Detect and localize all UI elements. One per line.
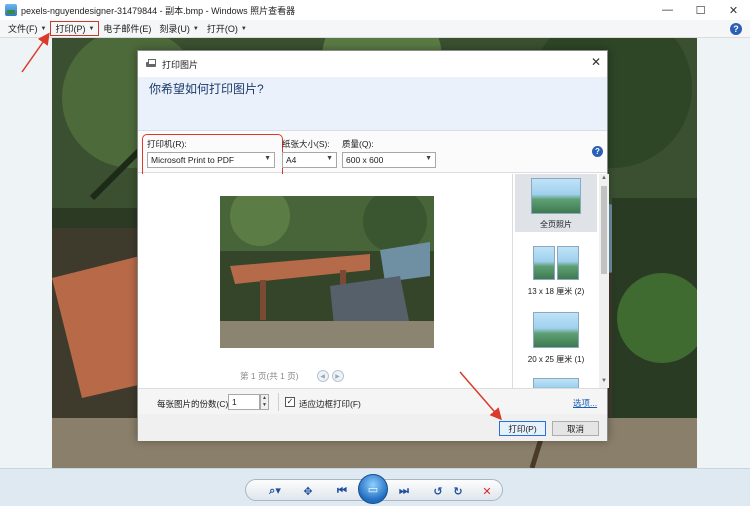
chevron-down-icon: ▼ [192, 25, 199, 32]
maximize-button[interactable]: ☐ [684, 0, 717, 20]
scroll-up-icon[interactable]: ▲ [601, 175, 607, 181]
print-button[interactable]: 打印(P) [499, 421, 546, 436]
slideshow-icon[interactable]: ▭ [358, 474, 388, 504]
preview-photo-image [220, 196, 434, 348]
scrollbar-thumb[interactable] [601, 186, 607, 274]
layout-20x25[interactable]: 20 x 25 厘米 (1) [515, 308, 597, 366]
close-button[interactable]: ✕ [717, 0, 750, 20]
layout-label: 20 x 25 厘米 (1) [527, 355, 585, 364]
stepper-up-icon[interactable]: ▲ [261, 395, 268, 402]
copies-input[interactable]: 1 [228, 394, 260, 410]
options-link[interactable]: 选项... [573, 397, 597, 409]
divider [278, 393, 279, 411]
menu-email-label: 电子邮件(E) [103, 24, 152, 34]
next-page-button[interactable]: ▶ [331, 370, 344, 382]
rotate-right-icon[interactable]: ↻ [450, 483, 466, 499]
layout-scrollbar[interactable]: ▲ ▼ [599, 174, 609, 388]
menu-open-label: 打开(O) [206, 24, 238, 34]
rotate-left-icon[interactable]: ↺ [430, 483, 446, 499]
paper-size-value: A4 [286, 155, 297, 165]
page-indicator: 第 1 页(共 1 页) [240, 371, 299, 381]
chevron-down-icon: ▼ [425, 155, 432, 162]
dialog-help-icon[interactable]: ? [592, 146, 603, 157]
dialog-close-button[interactable]: ✕ [591, 55, 601, 69]
chevron-down-icon: ▼ [326, 155, 333, 162]
menu-print[interactable]: 打印(P) ▼ [50, 21, 100, 36]
fit-to-frame-label: 适应边框打印(F) [299, 399, 361, 409]
previous-icon[interactable]: ⏮ [334, 483, 350, 499]
menu-file-label: 文件(F) [8, 24, 38, 34]
dialog-title: 打印图片 [162, 59, 199, 70]
copies-label: 每张图片的份数(C): [157, 399, 231, 409]
layout-thumbnail [557, 246, 579, 280]
preview-thumbnail [220, 196, 434, 348]
chevron-down-icon: ▼ [40, 25, 47, 32]
scroll-down-icon[interactable]: ▼ [601, 378, 607, 384]
quality-select[interactable]: 600 x 600 ▼ [342, 152, 436, 168]
paper-size-label: 纸张大小(S): [282, 139, 330, 149]
menu-burn-label: 刻录(U) [159, 24, 190, 34]
print-options-bar: 打印机(R): Microsoft Print to PDF ▼ 纸张大小(S)… [138, 131, 607, 181]
paper-size-select[interactable]: A4 ▼ [282, 152, 337, 168]
layout-thumbnail [533, 246, 555, 280]
layout-full-page[interactable]: 全页照片 [515, 174, 597, 232]
delete-icon[interactable]: ✕ [479, 483, 495, 499]
photo-viewer-app-icon [5, 4, 17, 16]
window-title: pexels-nguyendesigner-31479844 - 副本.bmp … [21, 5, 296, 16]
fit-icon[interactable]: ✥ [300, 483, 316, 499]
stepper-down-icon[interactable]: ▼ [261, 402, 268, 409]
menu-burn[interactable]: 刻录(U) ▼ [155, 21, 202, 37]
menu-email[interactable]: 电子邮件(E) [99, 21, 155, 37]
dialog-question: 你希望如何打印图片? [149, 82, 264, 96]
chevron-down-icon: ▼ [240, 25, 247, 32]
chevron-down-icon: ▼ [88, 25, 95, 32]
layout-label: 13 x 18 厘米 (2) [527, 287, 585, 296]
search-icon[interactable]: ⌕▾ [264, 483, 286, 499]
title-bar: pexels-nguyendesigner-31479844 - 副本.bmp … [0, 0, 750, 20]
printer-value: Microsoft Print to PDF [151, 155, 235, 165]
previous-page-button[interactable]: ◀ [316, 370, 329, 382]
dialog-title-bar: 打印图片 ✕ [138, 51, 607, 77]
next-icon[interactable]: ⏭ [396, 483, 412, 499]
layout-13x18[interactable]: 13 x 18 厘米 (2) [515, 242, 597, 300]
menu-open[interactable]: 打开(O) ▼ [203, 21, 251, 37]
layout-list: 全页照片 13 x 18 厘米 (2) 20 x 25 厘米 (1) ▲ ▼ [512, 174, 609, 388]
layout-next-partial[interactable] [515, 374, 597, 388]
menu-print-label: 打印(P) [55, 24, 86, 34]
menu-bar: 文件(F) ▼ 打印(P) ▼ 电子邮件(E) 刻录(U) ▼ 打开(O) ▼ … [0, 20, 750, 38]
fit-to-frame-checkbox[interactable]: ✓ [285, 397, 295, 407]
printer-icon [145, 58, 157, 70]
chevron-down-icon: ▼ [264, 155, 271, 162]
layout-thumbnail [531, 178, 581, 214]
layout-thumbnail [533, 312, 579, 348]
print-preview: 第 1 页(共 1 页) ◀ ▶ [138, 174, 510, 387]
bottom-toolbar: ⌕▾ ✥ ⏮ ▭ ⏭ ↺ ↻ ✕ [0, 468, 750, 506]
layout-thumbnail [533, 378, 579, 388]
page-navigation: 第 1 页(共 1 页) ◀ ▶ [240, 370, 344, 382]
copies-row: 每张图片的份数(C): 1 ▲ ▼ ✓ 适应边框打印(F) 选项... [138, 388, 607, 414]
copies-value: 1 [232, 397, 237, 407]
window-controls: — ☐ ✕ [651, 0, 750, 20]
quality-value: 600 x 600 [346, 155, 384, 165]
dialog-action-row: 打印(P) 取消 [138, 414, 607, 441]
printer-select[interactable]: Microsoft Print to PDF ▼ [147, 152, 275, 168]
menu-file[interactable]: 文件(F) ▼ [4, 21, 50, 37]
layout-label: 全页照片 [540, 220, 572, 229]
printer-label: 打印机(R): [147, 139, 187, 149]
cancel-button[interactable]: 取消 [552, 421, 599, 436]
minimize-button[interactable]: — [651, 0, 684, 20]
quality-label: 质量(Q): [342, 139, 374, 149]
toolbar-pill: ⌕▾ ✥ ⏮ ▭ ⏭ ↺ ↻ ✕ [245, 474, 503, 504]
copies-stepper[interactable]: ▲ ▼ [260, 394, 269, 410]
print-pictures-dialog: 打印图片 ✕ 你希望如何打印图片? 打印机(R): Microsoft Prin… [137, 50, 609, 441]
help-icon[interactable]: ? [730, 23, 742, 35]
